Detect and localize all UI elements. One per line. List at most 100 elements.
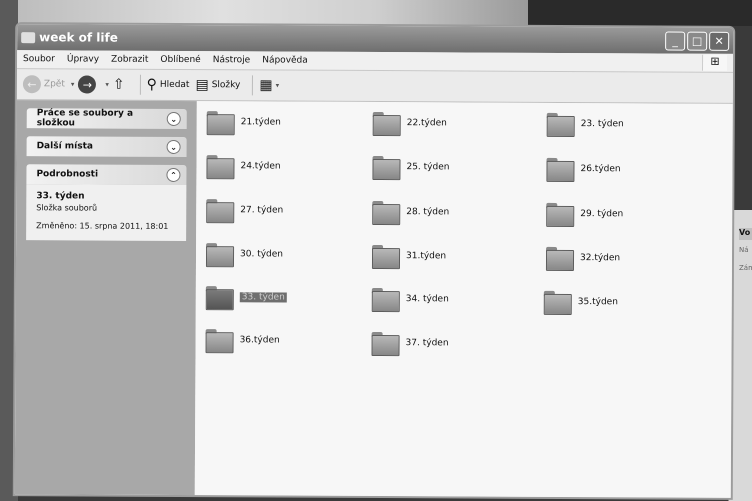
background-window-text: Ná xyxy=(739,246,749,254)
up-button[interactable]: ⇧ xyxy=(113,77,128,93)
folder-icon xyxy=(205,243,235,268)
folder-icon xyxy=(206,155,235,180)
folder-item[interactable]: 29. týden xyxy=(546,202,624,228)
maximize-button[interactable]: □ xyxy=(687,31,708,51)
details-body: 33. týden Složka souborů Změněno: 15. sr… xyxy=(26,184,187,242)
folder-icon xyxy=(372,155,401,181)
folder-icon xyxy=(21,31,36,43)
folder-label: 32.týden xyxy=(579,253,621,264)
content-area: Práce se soubory a složkou ⌄ Další místa… xyxy=(14,100,733,498)
background-window-tab[interactable]: Vo xyxy=(739,228,752,240)
folder-label: 26.týden xyxy=(580,164,621,175)
other-places-panel: Další místa ⌄ xyxy=(26,136,187,158)
file-tasks-panel: Práce se soubory a složkou ⌄ xyxy=(26,108,187,130)
search-icon: ⚲ xyxy=(146,76,157,93)
folder-item[interactable]: 26.týden xyxy=(546,157,621,183)
window-title: week of life xyxy=(39,30,118,45)
folder-item[interactable]: 23. týden xyxy=(546,112,624,138)
chevron-up-icon[interactable]: ⌃ xyxy=(166,167,181,182)
folder-icon xyxy=(546,157,575,183)
folders-icon: ▤ xyxy=(195,77,209,94)
folder-icon xyxy=(372,200,401,226)
details-name: 33. týden xyxy=(36,191,85,202)
folder-item[interactable]: 35.týden xyxy=(543,290,618,316)
folder-item[interactable]: 30. týden xyxy=(205,243,284,268)
menu-view[interactable]: Zobrazit xyxy=(111,55,148,65)
folder-label: 36.týden xyxy=(239,335,280,346)
menu-bar: Soubor Úpravy Zobrazit Oblíbené Nástroje… xyxy=(16,50,734,73)
minimize-button[interactable]: _ xyxy=(665,31,686,51)
views-dropdown-icon: ▾ xyxy=(275,81,280,90)
folder-label: 29. týden xyxy=(580,209,624,220)
views-icon: ▦ xyxy=(259,77,273,94)
task-pane: Práce se soubory a složkou ⌄ Další místa… xyxy=(14,100,197,496)
details-type: Složka souborů xyxy=(36,203,98,213)
folder-item[interactable]: 22.týden xyxy=(372,111,447,137)
back-button[interactable]: ← Zpět xyxy=(22,75,65,94)
folder-label: 27. týden xyxy=(240,205,284,216)
views-button[interactable]: ▦ ▾ xyxy=(259,77,283,93)
forward-button[interactable]: → xyxy=(78,75,99,94)
folder-item[interactable]: 25. týden xyxy=(372,155,450,181)
folders-label: Složky xyxy=(211,80,241,91)
explorer-window: week of life _ □ ✕ Soubor Úpravy Zobrazi… xyxy=(12,22,736,500)
folder-item[interactable]: 21.týden xyxy=(206,111,281,136)
background-area xyxy=(528,0,752,26)
folder-icon xyxy=(372,111,401,137)
folders-button[interactable]: ▤ Složky xyxy=(195,77,240,93)
folder-label: 31.týden xyxy=(405,251,447,262)
search-button[interactable]: ⚲ Hledat xyxy=(147,77,190,93)
folder-item[interactable]: 28. týden xyxy=(372,200,450,226)
details-header[interactable]: Podrobnosti ⌃ xyxy=(26,164,187,186)
other-places-title: Další místa xyxy=(36,141,94,152)
folder-label: 37. týden xyxy=(405,338,449,349)
title-bar[interactable]: week of life _ □ ✕ xyxy=(17,24,734,54)
folder-item[interactable]: 37. týden xyxy=(371,331,449,357)
back-arrow-icon: ← xyxy=(22,75,41,94)
windows-logo-icon: ⊞ xyxy=(702,54,728,71)
close-button[interactable]: ✕ xyxy=(709,31,730,51)
folder-icon xyxy=(543,290,572,316)
folder-icon xyxy=(206,199,235,224)
menu-file[interactable]: Soubor xyxy=(23,54,55,64)
folder-label: 28. týden xyxy=(406,207,450,218)
back-label: Zpět xyxy=(43,79,65,90)
details-title: Podrobnosti xyxy=(36,169,99,180)
folder-item[interactable]: 31.týden xyxy=(371,244,447,270)
folder-item[interactable]: 27. týden xyxy=(206,199,284,224)
other-places-header[interactable]: Další místa ⌄ xyxy=(26,136,187,158)
folder-item[interactable]: 36.týden xyxy=(205,329,280,354)
folder-icon xyxy=(206,111,235,136)
folder-icon xyxy=(371,287,400,313)
folder-icon xyxy=(545,246,575,272)
folder-label: 30. týden xyxy=(240,249,284,260)
folder-item[interactable]: 32.týden xyxy=(545,246,621,272)
toolbar: ← Zpět ▾ → ▾ ⇧ ⚲ Hledat ▤ Složky ▦ ▾ xyxy=(16,69,733,104)
back-dropdown-icon[interactable]: ▾ xyxy=(71,80,75,88)
file-tasks-header[interactable]: Práce se soubory a složkou ⌄ xyxy=(26,108,187,130)
folder-label: 24.týden xyxy=(240,161,281,172)
folder-label: 22.týden xyxy=(406,118,447,129)
forward-dropdown-icon[interactable]: ▾ xyxy=(105,81,109,89)
toolbar-separator xyxy=(139,74,141,95)
chevron-down-icon[interactable]: ⌄ xyxy=(166,111,181,126)
folder-item[interactable]: 34. týden xyxy=(371,287,449,313)
folder-icon xyxy=(205,286,234,311)
folder-icon xyxy=(546,202,575,228)
menu-help[interactable]: Nápověda xyxy=(262,55,308,65)
folder-item[interactable]: 24.týden xyxy=(206,155,281,180)
folder-up-icon: ⇧ xyxy=(112,76,125,93)
folder-icon xyxy=(371,331,400,357)
folder-item-selected[interactable]: 33. týden xyxy=(205,286,287,311)
background-window-text: Zám xyxy=(739,264,752,272)
menu-tools[interactable]: Nástroje xyxy=(213,55,251,65)
menu-edit[interactable]: Úpravy xyxy=(67,54,99,64)
file-tasks-title: Práce se soubory a složkou xyxy=(36,108,134,129)
folder-icon xyxy=(371,244,401,270)
folder-label: 33. týden xyxy=(239,292,287,303)
menu-favorites[interactable]: Oblíbené xyxy=(160,55,200,65)
folder-icon xyxy=(546,112,575,138)
folder-label: 34. týden xyxy=(405,294,449,305)
chevron-down-icon[interactable]: ⌄ xyxy=(166,139,181,154)
folder-label: 35.týden xyxy=(577,297,618,308)
